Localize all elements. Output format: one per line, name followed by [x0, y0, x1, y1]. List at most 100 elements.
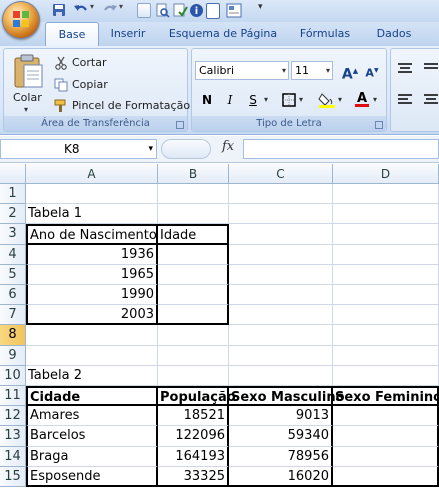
- select-all-corner[interactable]: [0, 164, 26, 184]
- image-icon[interactable]: [226, 3, 242, 18]
- borders-icon[interactable]: [282, 93, 296, 107]
- cell-a5[interactable]: 1965: [26, 264, 158, 285]
- cell-c2[interactable]: [229, 204, 333, 225]
- formula-input[interactable]: [243, 139, 439, 159]
- grow-font-button[interactable]: A▲: [339, 61, 361, 83]
- insert-function-button[interactable]: fx: [222, 139, 234, 154]
- cell-a15[interactable]: Esposende: [26, 466, 158, 487]
- tab-inserir[interactable]: Inserir: [103, 22, 153, 46]
- cell-a7[interactable]: 2003: [26, 305, 158, 326]
- redo-icon[interactable]: [102, 3, 118, 17]
- cell-c4[interactable]: [229, 244, 333, 265]
- cell-a10[interactable]: Tabela 2: [26, 365, 158, 386]
- cell-c13[interactable]: 59340: [229, 426, 333, 447]
- cell-b1[interactable]: [158, 184, 229, 205]
- cell-c11[interactable]: Sexo Masculino: [229, 386, 345, 407]
- cell-c3[interactable]: [229, 224, 333, 245]
- column-header-d[interactable]: D: [333, 164, 439, 184]
- font-name-combo[interactable]: Calibri ▾: [195, 61, 289, 80]
- cell-c12[interactable]: 9013: [229, 406, 333, 427]
- font-name-dropdown-icon[interactable]: ▾: [282, 62, 286, 79]
- font-launcher-icon[interactable]: [375, 121, 383, 129]
- row-header-14[interactable]: 14: [0, 446, 26, 467]
- tab-base[interactable]: Base: [45, 22, 99, 47]
- italic-button[interactable]: I: [219, 90, 241, 110]
- row-header-8[interactable]: 8: [0, 325, 26, 346]
- cell-b14[interactable]: 164193: [158, 446, 229, 467]
- cell-d9[interactable]: [333, 345, 439, 366]
- cell-b2[interactable]: [158, 204, 229, 225]
- cell-c9[interactable]: [229, 345, 333, 366]
- row-header-11[interactable]: 11: [0, 386, 26, 407]
- help-icon[interactable]: i: [189, 3, 204, 18]
- cell-c5[interactable]: [229, 264, 333, 285]
- cell-a8[interactable]: [26, 325, 158, 346]
- font-color-dropdown-icon[interactable]: ▾: [373, 95, 377, 104]
- bold-button[interactable]: N: [196, 90, 218, 110]
- column-header-a[interactable]: A: [26, 164, 158, 184]
- cell-d13[interactable]: [333, 426, 439, 447]
- cell-d1[interactable]: [333, 184, 439, 205]
- fill-color-dropdown-icon[interactable]: ▾: [338, 95, 342, 104]
- cut-icon[interactable]: [54, 56, 68, 70]
- cell-c15[interactable]: 16020: [229, 466, 333, 487]
- copy-icon[interactable]: [54, 78, 68, 92]
- spelling-icon[interactable]: [173, 3, 188, 18]
- print-preview-icon[interactable]: [155, 3, 170, 18]
- shrink-font-button[interactable]: A▼: [361, 61, 383, 81]
- cell-d2[interactable]: [333, 204, 439, 225]
- row-header-6[interactable]: 6: [0, 285, 26, 306]
- cell-a4[interactable]: 1936: [26, 244, 158, 265]
- cell-a11[interactable]: Cidade: [26, 386, 158, 407]
- cell-d7[interactable]: [333, 305, 439, 326]
- row-header-7[interactable]: 7: [0, 305, 26, 326]
- row-header-5[interactable]: 5: [0, 264, 26, 285]
- cell-d6[interactable]: [333, 285, 439, 306]
- customize-qat-icon[interactable]: ▾: [258, 2, 263, 12]
- font-color-button[interactable]: A: [352, 87, 372, 109]
- cell-d4[interactable]: [333, 244, 439, 265]
- cell-d3[interactable]: [333, 224, 439, 245]
- underline-button[interactable]: S: [242, 90, 264, 110]
- cell-b15[interactable]: 33325: [158, 466, 229, 487]
- row-header-9[interactable]: 9: [0, 345, 26, 366]
- cell-b9[interactable]: [158, 345, 229, 366]
- paste-icon[interactable]: [12, 53, 44, 89]
- cell-d8[interactable]: [333, 325, 439, 346]
- cell-a13[interactable]: Barcelos: [26, 426, 158, 447]
- borders-dropdown-icon[interactable]: ▾: [299, 95, 303, 104]
- name-box[interactable]: K8 ▾: [0, 139, 157, 159]
- tab-esquema-de-pagina[interactable]: Esquema de Página: [165, 22, 281, 46]
- clipboard-launcher-icon[interactable]: [176, 121, 184, 129]
- row-header-3[interactable]: 3: [0, 224, 26, 245]
- cell-b11[interactable]: População: [158, 386, 236, 407]
- align-center-icon[interactable]: [423, 94, 439, 106]
- row-header-4[interactable]: 4: [0, 244, 26, 265]
- name-box-dropdown-icon[interactable]: ▾: [148, 140, 153, 158]
- cell-b7[interactable]: [158, 305, 229, 326]
- redo-dropdown-icon[interactable]: ▾: [119, 2, 123, 11]
- cell-c7[interactable]: [229, 305, 333, 326]
- cell-d14[interactable]: [333, 446, 439, 467]
- row-header-15[interactable]: 15: [0, 466, 26, 487]
- cell-d10[interactable]: [333, 365, 439, 386]
- row-header-10[interactable]: 10: [0, 365, 26, 386]
- row-header-12[interactable]: 12: [0, 406, 26, 427]
- column-header-b[interactable]: B: [158, 164, 229, 184]
- align-middle-icon[interactable]: [423, 63, 439, 75]
- cell-d15[interactable]: [333, 466, 439, 487]
- cell-a1[interactable]: [26, 184, 158, 205]
- underline-dropdown-icon[interactable]: ▾: [264, 95, 268, 104]
- cell-b6[interactable]: [158, 285, 229, 306]
- new-document-icon[interactable]: [137, 3, 151, 18]
- tab-formulas[interactable]: Fórmulas: [292, 22, 358, 46]
- cut-button[interactable]: Cortar: [72, 56, 107, 69]
- cell-d11[interactable]: Sexo Feminino: [333, 386, 439, 407]
- format-painter-button[interactable]: Pincel de Formatação: [72, 99, 190, 112]
- cell-b12[interactable]: 18521: [158, 406, 229, 427]
- paste-button[interactable]: Colar: [13, 91, 42, 104]
- align-top-icon[interactable]: [397, 63, 413, 75]
- column-header-c[interactable]: C: [229, 164, 333, 184]
- row-header-2[interactable]: 2: [0, 204, 26, 225]
- cell-c8[interactable]: [229, 325, 333, 346]
